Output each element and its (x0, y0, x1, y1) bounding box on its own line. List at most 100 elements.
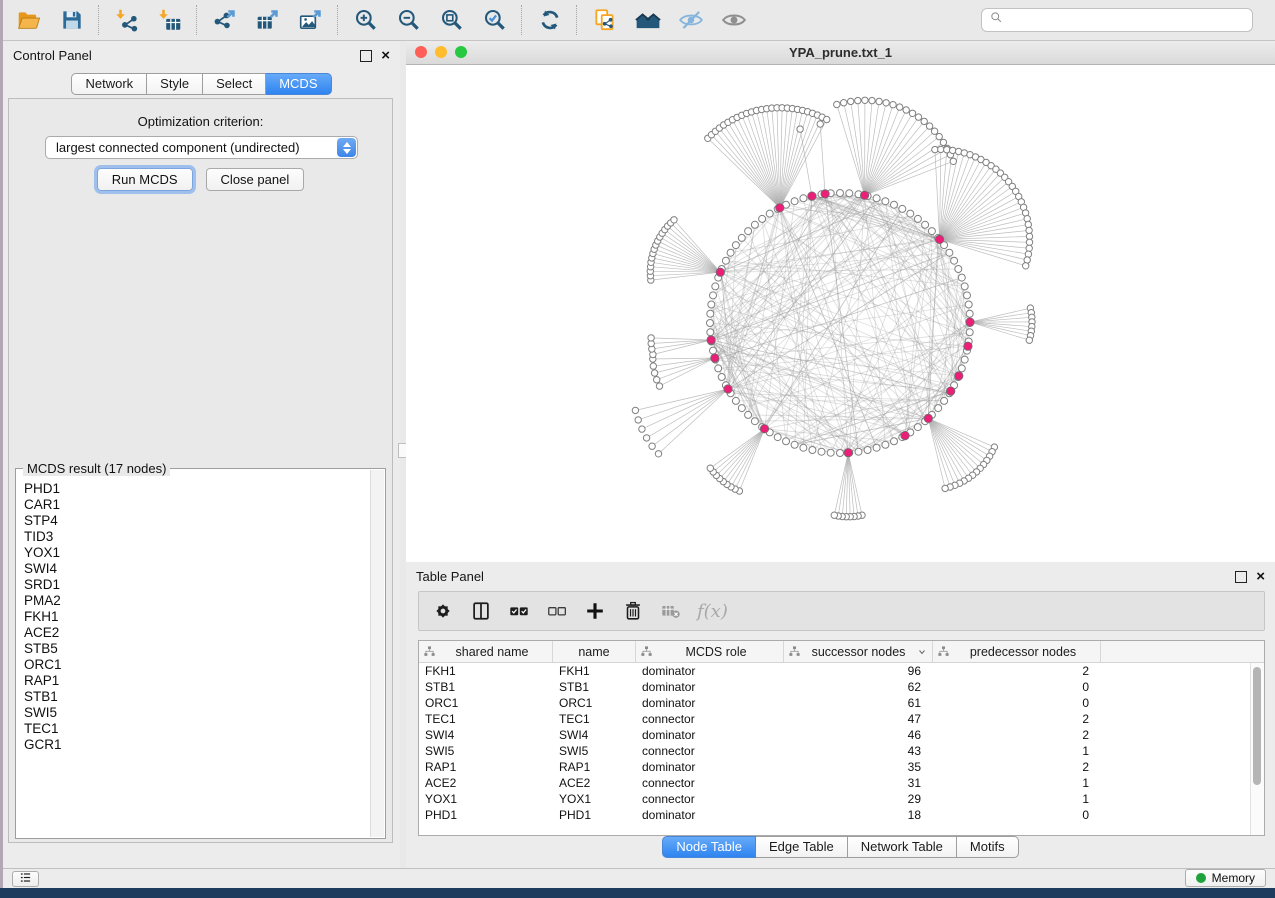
float-window-icon[interactable] (360, 50, 372, 62)
mcds-result-item[interactable]: PMA2 (24, 593, 385, 609)
maximize-window-icon[interactable] (455, 46, 467, 58)
mcds-result-item[interactable]: STB1 (24, 689, 385, 705)
tab-network[interactable]: Network (71, 73, 147, 95)
table-row[interactable]: YOX1YOX1connector291 (419, 791, 1264, 807)
hide-selected-button[interactable] (669, 3, 712, 37)
mcds-result-item[interactable]: STB5 (24, 641, 385, 657)
table-row[interactable]: ORC1ORC1dominator610 (419, 695, 1264, 711)
export-network-icon (212, 7, 238, 33)
save-session-button[interactable] (50, 3, 93, 37)
show-all-button[interactable] (712, 3, 755, 37)
network-graph-svg[interactable] (406, 65, 1275, 562)
mcds-result-item[interactable]: CAR1 (24, 497, 385, 513)
deselect-all-button[interactable] (545, 600, 568, 623)
tab-style[interactable]: Style (147, 73, 203, 95)
minimize-window-icon[interactable] (435, 46, 447, 58)
column-header-predecessor-nodes[interactable]: predecessor nodes (933, 641, 1101, 662)
open-file-icon (16, 7, 42, 33)
search-input[interactable] (1009, 12, 1245, 29)
export-table-button[interactable] (246, 3, 289, 37)
table-row[interactable]: SWI5SWI5connector431 (419, 743, 1264, 759)
import-network-button[interactable] (105, 3, 148, 37)
zoom-selected-button[interactable] (473, 3, 516, 37)
tab-edge-table[interactable]: Edge Table (756, 836, 848, 858)
select-all-button[interactable] (507, 600, 530, 623)
mcds-result-item[interactable]: GCR1 (24, 737, 385, 753)
clone-network-button[interactable] (583, 3, 626, 37)
zoom-out-button[interactable] (387, 3, 430, 37)
zoom-fit-button[interactable] (430, 3, 473, 37)
mcds-result-item[interactable]: ORC1 (24, 657, 385, 673)
column-header-successor-nodes[interactable]: successor nodes (784, 641, 933, 662)
export-network-button[interactable] (203, 3, 246, 37)
mcds-result-item[interactable]: TEC1 (24, 721, 385, 737)
table-row[interactable]: STB1STB1dominator620 (419, 679, 1264, 695)
column-header-MCDS-role[interactable]: MCDS role (636, 641, 784, 662)
table-cell: STB1 (553, 679, 636, 695)
tab-network-table[interactable]: Network Table (848, 836, 957, 858)
delete-row-button[interactable] (621, 600, 644, 623)
table-cell: 35 (784, 759, 933, 775)
tab-motifs[interactable]: Motifs (957, 836, 1019, 858)
result-scrollbar[interactable] (370, 470, 384, 837)
network-canvas[interactable] (406, 65, 1275, 562)
zoom-in-button[interactable] (344, 3, 387, 37)
close-panel-icon[interactable]: × (381, 51, 390, 61)
column-header-shared-name[interactable]: shared name (419, 641, 553, 662)
column-header-name[interactable]: name (553, 641, 636, 662)
table-scrollbar[interactable] (1250, 663, 1264, 835)
table-cell: 31 (784, 775, 933, 791)
import-table-button[interactable] (148, 3, 191, 37)
table-row[interactable]: ACE2ACE2connector311 (419, 775, 1264, 791)
refresh-view-button[interactable] (528, 3, 571, 37)
mcds-result-item[interactable]: SWI4 (24, 561, 385, 577)
table-row[interactable]: PHD1PHD1dominator180 (419, 807, 1264, 823)
close-window-icon[interactable] (415, 46, 427, 58)
tab-mcds[interactable]: MCDS (266, 73, 331, 95)
close-panel-button[interactable]: Close panel (206, 168, 305, 191)
mcds-result-item[interactable]: ACE2 (24, 625, 385, 641)
table-row[interactable]: TEC1TEC1connector472 (419, 711, 1264, 727)
mcds-result-item[interactable]: SWI5 (24, 705, 385, 721)
deselect-all-icon (546, 600, 568, 622)
search-box[interactable] (981, 8, 1253, 32)
mcds-result-item[interactable]: PHD1 (24, 481, 385, 497)
table-cell: dominator (636, 663, 784, 679)
float-table-panel-icon[interactable] (1235, 571, 1247, 583)
toolbar-separator (521, 5, 523, 35)
optimization-criterion-dropdown[interactable]: largest connected component (undirected) (45, 136, 358, 159)
memory-label: Memory (1212, 871, 1255, 885)
mcds-result-item[interactable]: FKH1 (24, 609, 385, 625)
tab-select[interactable]: Select (203, 73, 266, 95)
export-image-button[interactable] (289, 3, 332, 37)
memory-button[interactable]: Memory (1185, 869, 1266, 887)
mcds-result-item[interactable]: RAP1 (24, 673, 385, 689)
table-cell: 29 (784, 791, 933, 807)
add-row-button[interactable] (583, 600, 606, 623)
toolbar-separator (576, 5, 578, 35)
table-body: FKH1FKH1dominator962STB1STB1dominator620… (419, 663, 1264, 823)
columns-button[interactable] (469, 600, 492, 623)
tree-icon (640, 645, 653, 658)
gear-button[interactable] (431, 600, 454, 623)
memory-status-icon (1196, 873, 1206, 883)
home-view-button[interactable] (626, 3, 669, 37)
table-row[interactable]: RAP1RAP1dominator352 (419, 759, 1264, 775)
tab-node-table[interactable]: Node Table (662, 836, 756, 858)
delete-row-icon (622, 600, 644, 622)
run-mcds-button[interactable]: Run MCDS (97, 168, 193, 191)
table-cell: 2 (933, 663, 1101, 679)
gear-icon (432, 600, 454, 622)
mcds-result-box: MCDS result (17 nodes) PHD1CAR1STP4TID3Y… (15, 468, 386, 839)
mcds-result-item[interactable]: SRD1 (24, 577, 385, 593)
table-row[interactable]: FKH1FKH1dominator962 (419, 663, 1264, 679)
open-file-button[interactable] (7, 3, 50, 37)
show-panels-button[interactable] (12, 871, 39, 887)
table-scrollbar-thumb[interactable] (1253, 667, 1261, 785)
mcds-result-item[interactable]: STP4 (24, 513, 385, 529)
mcds-result-item[interactable]: TID3 (24, 529, 385, 545)
table-row[interactable]: SWI4SWI4dominator462 (419, 727, 1264, 743)
mcds-result-item[interactable]: YOX1 (24, 545, 385, 561)
network-window-titlebar[interactable]: YPA_prune.txt_1 (406, 41, 1275, 65)
close-table-panel-icon[interactable]: × (1256, 572, 1265, 582)
